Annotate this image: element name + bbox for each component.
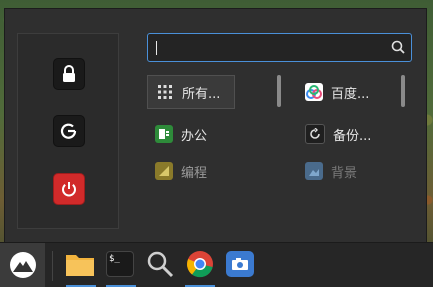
text-cursor [156, 41, 157, 55]
power-button[interactable] [53, 173, 85, 205]
taskbar-file-manager[interactable] [64, 248, 96, 280]
taskbar-separator [52, 251, 53, 281]
taskbar-search[interactable] [144, 248, 176, 280]
programming-icon [155, 162, 173, 180]
baidu-netdisk-icon [305, 83, 323, 101]
taskbar-screenshot[interactable] [224, 248, 256, 280]
cutefish-logo-icon [9, 252, 36, 278]
terminal-icon: $_ [106, 251, 134, 277]
app-label: 百度... [331, 86, 370, 102]
file-manager-icon [66, 255, 94, 276]
category-label: 办公 [181, 128, 208, 144]
app-menu: 所有... 办公 编程 百度... 备份... 背景 [4, 8, 427, 244]
lock-icon [63, 65, 75, 82]
taskbar-terminal[interactable]: $_ [104, 248, 136, 280]
terminal-prompt: $_ [109, 254, 120, 264]
grid-icon [156, 83, 174, 101]
category-label: 所有... [182, 86, 221, 102]
office-icon [155, 125, 173, 143]
category-office[interactable]: 办公 [147, 117, 235, 151]
app-backup[interactable]: 备份... [297, 117, 397, 151]
category-all[interactable]: 所有... [147, 75, 235, 109]
app-label: 备份... [333, 128, 372, 144]
app-baidu-netdisk[interactable]: 百度... [297, 75, 397, 109]
search-icon [147, 251, 174, 278]
taskbar: $_ [0, 242, 433, 287]
power-icon [62, 182, 76, 197]
search-input[interactable] [154, 37, 383, 60]
app-wallpaper[interactable]: 背景 [297, 154, 397, 188]
backup-icon [305, 124, 325, 144]
left-scrollbar[interactable] [277, 75, 281, 107]
category-programming[interactable]: 编程 [147, 154, 235, 188]
search-box[interactable] [147, 33, 412, 62]
screenshot-icon [226, 251, 254, 277]
search-icon[interactable] [391, 40, 405, 54]
session-panel [17, 33, 119, 229]
logout-button[interactable] [53, 115, 85, 147]
app-label: 背景 [331, 165, 358, 181]
taskbar-chrome[interactable] [184, 248, 216, 280]
start-menu-button[interactable] [0, 243, 45, 287]
category-label: 编程 [181, 165, 208, 181]
chrome-icon [187, 251, 213, 278]
wallpaper-icon [305, 162, 323, 180]
logout-icon [60, 123, 77, 139]
right-scrollbar[interactable] [401, 75, 405, 107]
lock-button[interactable] [53, 58, 85, 90]
